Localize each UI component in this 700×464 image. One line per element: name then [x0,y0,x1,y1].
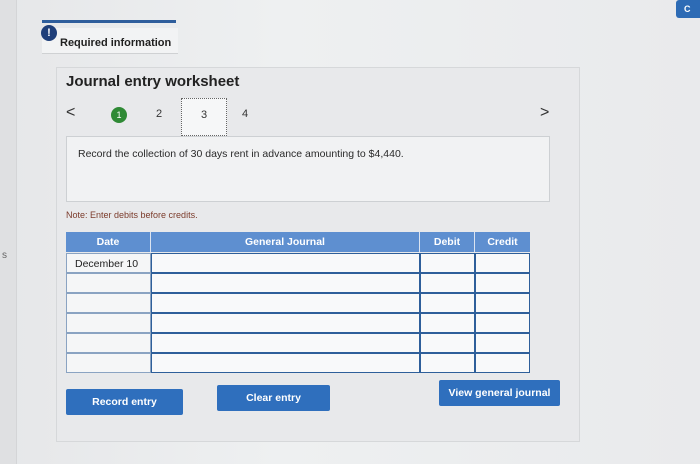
step-1[interactable]: 1 [111,107,127,123]
date-cell [66,353,151,373]
debit-input[interactable] [420,273,475,293]
left-sidebar-strip: s [0,0,17,464]
account-input[interactable] [151,313,420,333]
date-cell [66,313,151,333]
account-input[interactable] [151,353,420,373]
date-value [67,278,75,290]
required-info-label[interactable]: Required information [60,37,171,49]
top-right-button[interactable]: C [676,0,700,18]
date-cell [66,293,151,313]
credit-input[interactable] [475,293,530,313]
transaction-description: Record the collection of 30 days rent in… [78,148,404,160]
header-credit: Credit [475,232,530,252]
date-value: December 10 [75,258,139,270]
date-value [67,298,75,310]
alert-icon: ! [41,25,57,41]
entry-note: Note: Enter debits before credits. [66,210,198,220]
debit-input[interactable] [420,293,475,313]
transaction-description-box [66,136,550,202]
step-4[interactable]: 4 [242,108,248,120]
worksheet-title: Journal entry worksheet [66,73,240,90]
account-input[interactable] [151,333,420,353]
credit-input[interactable] [475,273,530,293]
date-cell: December 10 [66,253,151,273]
header-debit: Debit [420,232,475,252]
credit-input[interactable] [475,333,530,353]
debit-input[interactable] [420,313,475,333]
account-input[interactable] [151,273,420,293]
date-value [67,338,75,350]
credit-input[interactable] [475,313,530,333]
left-strip-text: s [2,250,7,261]
debit-input[interactable] [420,333,475,353]
record-entry-button[interactable]: Record entry [66,389,183,415]
debit-input[interactable] [420,353,475,373]
date-cell [66,273,151,293]
view-general-journal-button[interactable]: View general journal [439,380,560,406]
header-general-journal: General Journal [151,232,420,252]
next-step-button[interactable]: > [540,104,549,122]
journal-table: Date General Journal Debit Credit Decemb… [66,232,530,373]
header-date: Date [66,232,151,252]
prev-step-button[interactable]: < [66,104,75,122]
credit-input[interactable] [475,353,530,373]
account-input[interactable] [151,293,420,313]
required-info-divider [42,20,176,23]
credit-input[interactable] [475,253,530,273]
debit-input[interactable] [420,253,475,273]
date-value [67,358,75,370]
date-cell [66,333,151,353]
step-3[interactable]: 3 [181,98,227,136]
clear-entry-button[interactable]: Clear entry [217,385,330,411]
step-2[interactable]: 2 [156,108,162,120]
account-input[interactable] [151,253,420,273]
date-value [67,318,75,330]
